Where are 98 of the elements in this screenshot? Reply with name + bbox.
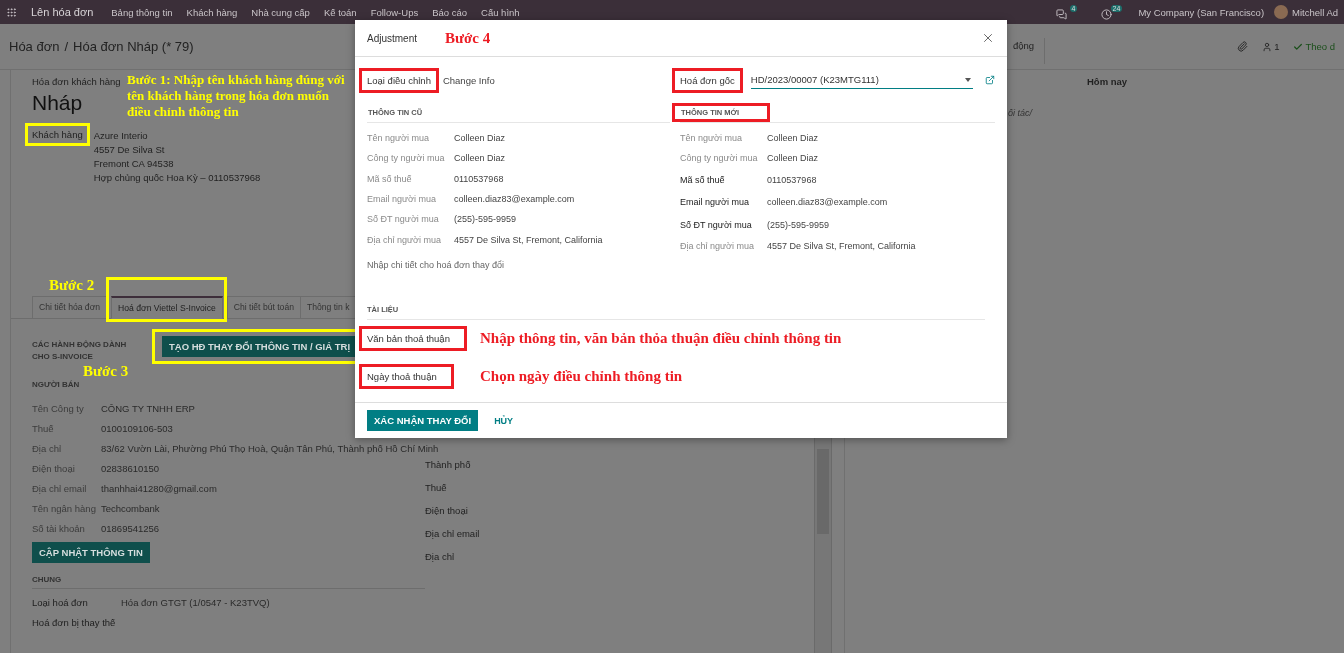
field-value: colleen.diaz83@example.com [767,197,888,208]
step-annotation: Bước 4 [445,30,491,47]
section-heading: CHUNG [32,573,425,589]
field-value: 4557 De Silva St, Fremont, California [454,234,603,245]
field-value: Techcombank [101,502,160,514]
step-annotation: Bước 1: Nhập tên khách hàng đúng với tên khách hàng trong hóa đơn muốn điều chỉnh thông tin [127,72,345,120]
address-line: Hợp chủng quốc Hoa Kỳ – 0110537968 [93,171,261,185]
field-label: Mã số thuế [367,173,413,184]
field-value: Colleen Diaz [767,133,819,144]
field-label: Điện thoại [32,462,76,474]
field-label: Công ty người mua [367,153,446,164]
field-label: Khách hàng [25,123,90,146]
step-annotation: Bước 2 [49,277,95,294]
field-label: Công ty người mua [680,153,759,164]
document-type: Hóa đơn khách hàng [32,76,121,87]
field-label: Email người mua [367,194,437,205]
cancel-button[interactable]: HỦY [488,414,520,427]
field-label: Tên người mua [367,133,430,144]
field-value: (255)-595-9959 [454,214,517,225]
field-value: CÔNG TY TNHH ERP [101,402,195,414]
step-annotation: Chọn ngày điều chỉnh thông tin [480,367,683,385]
apps-menu-icon[interactable] [6,6,17,18]
dialog-title: Adjustment [367,32,418,44]
field-label: Mã số thuế [680,174,726,185]
hint-text: Nhập chi tiết cho hoá đơn thay đổi [367,259,505,270]
menu-item[interactable]: Bảng thông tin [111,6,173,18]
field-label: Điện thoại [425,505,469,518]
field-value: 83/62 Vườn Lài, Phường Phú Thọ Hoà, Quận Tân Phú, Thành phố Hồ Chí Minh [101,442,439,454]
avatar[interactable] [1274,5,1289,19]
field-value: 01869541256 [101,522,160,534]
person-icon[interactable] [1262,41,1273,52]
field-label: Số tài khoản [32,522,86,534]
app-title[interactable]: Lên hóa đơn [31,6,94,18]
field-label: Địa chỉ [425,551,456,564]
field-label: Loại hoá đơn [32,596,89,608]
section-heading: NGƯỜI BÁN [32,379,80,391]
field-value: thanhhai41280@gmail.com [101,482,217,494]
breadcrumb-current: Hóa đơn Nháp (* 79) [73,39,194,54]
menu-item[interactable]: Kế toán [323,6,357,18]
invoice-select-field[interactable]: HD/2023/00007 (K23MTG111) [750,71,973,89]
field-label: Địa chỉ người mua [680,241,755,252]
field-value: (255)-595-9959 [767,219,830,230]
activity-button[interactable]: động [1013,38,1046,64]
field-value: Colleen Diaz [454,133,506,144]
status-title: Nháp [32,91,83,115]
field-label: Thuế [32,422,55,434]
field-label: Địa chỉ email [425,528,481,541]
menu-item[interactable]: Follow-Ups [370,6,419,18]
field-value: Hóa đơn GTGT (1/0547 - K23TVQ) [121,596,270,608]
field-value: 0110537968 [767,174,817,185]
check-icon[interactable] [1293,41,1304,52]
breadcrumb-separator: / [64,39,69,54]
menu-item[interactable]: Cấu hình [481,6,520,18]
step-annotation: Nhập thông tin, văn bản thỏa thuận điều chỉnh thông tin [480,329,842,347]
field-label: Tên Công ty [32,402,85,414]
update-info-button[interactable]: CẬP NHẬT THÔNG TIN [32,542,150,563]
section-heading: CÁC HÀNH ĐỘNG DÀNH CHO S-INVOICE [32,339,128,363]
paperclip-icon[interactable] [1237,41,1249,52]
field-value: Colleen Diaz [767,153,819,164]
field-label: Số ĐT người mua [680,219,753,230]
field-label: Hoá đơn gốc [672,67,743,93]
field-label: Loại điều chỉnh [359,67,439,93]
close-icon[interactable] [981,31,995,45]
field-label: Thuế [425,482,448,495]
create-adjustment-button[interactable]: TẠO HĐ THAY ĐỔI THÔNG TIN / GIÁ TRỊ [162,336,358,357]
field-label: Văn bản thoả thuận [359,326,467,352]
tab[interactable]: Hoá đơn Viettel S-Invoice [111,296,223,319]
field-label: Email người mua [680,197,750,208]
field-label: Ngày thoả thuận [359,364,454,390]
field-value: Change Info [442,74,495,86]
breadcrumb-link[interactable]: Hóa đơn [9,39,60,54]
menu-item[interactable]: Nhà cung cấp [251,6,310,18]
field-value: Colleen Diaz [454,153,506,164]
date-separator: Hôm nay [1087,76,1128,87]
field-value: colleen.diaz83@example.com [454,194,575,205]
field-value: 02838610150 [101,462,160,474]
company-switcher[interactable]: My Company (San Francisco) [1138,6,1265,18]
field-value: 4557 De Silva St, Fremont, California [767,241,916,252]
message-text: ối tác/ [1008,108,1032,118]
menu-item[interactable]: Báo cáo [432,6,468,18]
address-line: Azure Interio [93,129,148,143]
field-value: 0110537968 [454,173,504,184]
followers-count[interactable]: 1 [1274,41,1280,52]
field-value: 0100109106-503 [101,422,173,434]
field-label: Số ĐT người mua [367,214,440,225]
confirm-button[interactable]: XÁC NHẬN THAY ĐỔI [367,410,479,431]
external-link-icon[interactable] [985,75,995,85]
field-label: Tên ngân hàng [32,502,97,514]
step-annotation: Bước 3 [83,363,129,380]
address-line: 4557 De Silva St [93,143,165,157]
field-label: Tên người mua [680,133,743,144]
caret-icon [965,77,971,82]
address-line: Fremont CA 94538 [93,157,174,171]
menu-item[interactable]: Khách hàng [186,6,238,18]
field-label: Thành phố [425,459,472,472]
user-name[interactable]: Mitchell Ad [1292,6,1338,18]
field-label: Hoá đơn bị thay thế [32,616,117,628]
field-label: Địa chỉ người mua [367,234,442,245]
